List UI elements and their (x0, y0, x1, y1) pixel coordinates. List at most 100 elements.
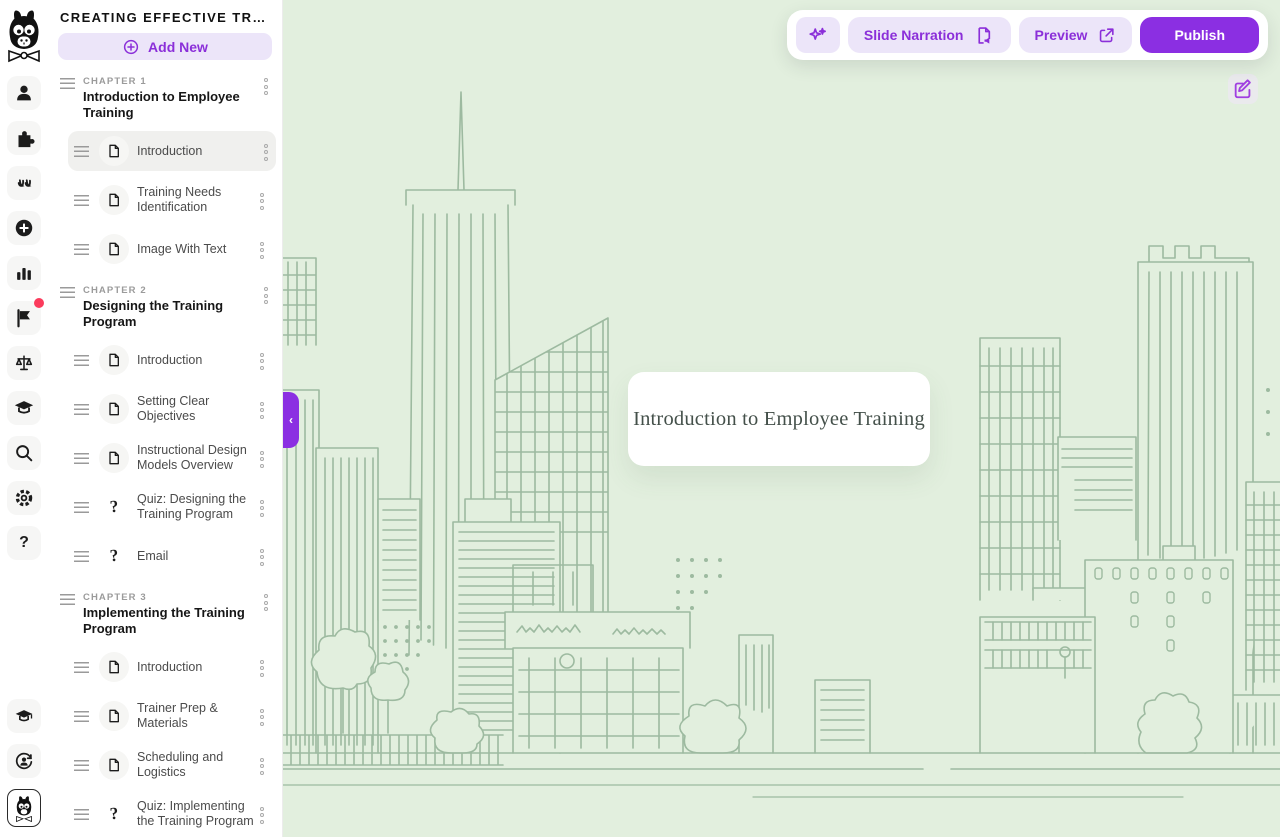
drag-handle-icon[interactable] (74, 550, 89, 562)
course-builder-app: ? CREATING EFFECTIVE TRAI… Add New CHAPT… (0, 0, 1280, 837)
chapter-header[interactable]: CHAPTER 2 Designing the Training Program (58, 285, 272, 330)
lesson-label: Scheduling and Logistics (137, 750, 224, 779)
course-outline-sidebar: CREATING EFFECTIVE TRAI… Add New CHAPTER… (48, 0, 283, 837)
drag-handle-icon[interactable] (74, 194, 89, 206)
gear-icon[interactable] (7, 481, 41, 515)
hooves-icon[interactable] (7, 166, 41, 200)
chapter-title: Introduction to Employee Training (83, 89, 240, 120)
user-icon[interactable] (7, 76, 41, 110)
sidebar-collapse-button[interactable]: ‹ (283, 392, 299, 448)
drag-handle-icon[interactable] (74, 243, 89, 255)
drag-handle-icon[interactable] (74, 501, 89, 513)
graduation-cap-icon[interactable] (7, 391, 41, 425)
lesson-label: Instructional Design Models Overview (137, 443, 247, 472)
lesson-row[interactable]: Introduction (68, 647, 272, 687)
scales-icon[interactable] (7, 346, 41, 380)
lesson-label: Email (137, 548, 169, 563)
edit-slide-button[interactable] (1228, 74, 1258, 104)
help-glyph: ? (19, 534, 29, 551)
lesson-label: Introduction (137, 143, 203, 158)
lesson-label: Trainer Prep & Materials (137, 701, 218, 730)
drag-handle-icon[interactable] (74, 661, 89, 673)
more-menu-icon[interactable] (260, 285, 272, 304)
publish-toolbar: Slide Narration Preview Publish (786, 10, 1268, 60)
more-menu-icon[interactable] (256, 400, 268, 419)
more-menu-icon[interactable] (256, 707, 268, 726)
drag-handle-icon[interactable] (60, 287, 75, 298)
lesson-row[interactable]: ? Quiz: Implementing the Training Progra… (68, 794, 272, 834)
lesson-label: Quiz: Implementing the Training Program (137, 799, 254, 828)
ai-sparkle-button[interactable] (795, 17, 840, 53)
drag-handle-icon[interactable] (74, 354, 89, 366)
chapter-header[interactable]: CHAPTER 3 Implementing the Training Prog… (58, 592, 272, 637)
chapter-label: CHAPTER 1 (83, 76, 147, 87)
search-icon[interactable] (7, 436, 41, 470)
lesson-row[interactable]: Setting Clear Objectives (68, 389, 272, 429)
lesson-row[interactable]: Image With Text (68, 229, 272, 269)
help-icon[interactable]: ? (7, 526, 41, 560)
more-menu-icon[interactable] (260, 76, 272, 95)
more-menu-icon[interactable] (256, 351, 268, 370)
chapter-label: CHAPTER 2 (83, 285, 147, 296)
lesson-row[interactable]: Trainer Prep & Materials (68, 696, 272, 736)
publish-label: Publish (1174, 27, 1225, 43)
lesson-label: Setting Clear Objectives (137, 394, 210, 423)
drag-handle-icon[interactable] (74, 759, 89, 771)
drag-handle-icon[interactable] (74, 808, 89, 820)
drag-handle-icon[interactable] (74, 403, 89, 415)
page-icon (99, 234, 129, 264)
academy-cap-icon[interactable] (7, 699, 41, 733)
quiz-icon: ? (108, 496, 120, 517)
narration-doc-icon (977, 26, 990, 44)
slide-narration-button[interactable]: Slide Narration (847, 17, 1011, 53)
more-menu-icon[interactable] (256, 498, 268, 517)
publish-button[interactable]: Publish (1140, 17, 1259, 53)
external-link-icon (1100, 27, 1115, 42)
more-menu-icon[interactable] (256, 658, 268, 677)
lesson-row[interactable]: ? Quiz: Designing the Training Program (68, 487, 272, 527)
drag-handle-icon[interactable] (74, 145, 89, 157)
more-menu-icon[interactable] (256, 805, 268, 824)
more-menu-icon[interactable] (256, 449, 268, 468)
more-menu-icon[interactable] (260, 592, 272, 611)
lesson-row[interactable]: Introduction (68, 131, 276, 171)
preview-button[interactable]: Preview (1018, 17, 1133, 53)
more-menu-icon[interactable] (256, 547, 268, 566)
bar-chart-icon[interactable] (7, 256, 41, 290)
drag-handle-icon[interactable] (74, 452, 89, 464)
chapter-header[interactable]: CHAPTER 1 Introduction to Employee Train… (58, 76, 272, 121)
more-menu-icon[interactable] (256, 756, 268, 775)
lesson-row[interactable]: Scheduling and Logistics (68, 745, 272, 785)
drag-handle-icon[interactable] (74, 710, 89, 722)
more-menu-icon[interactable] (256, 240, 268, 259)
chapter-title: Designing the Training Program (83, 298, 224, 329)
page-icon (99, 345, 129, 375)
slide-title-card[interactable]: Introduction to Employee Training (628, 372, 930, 466)
lesson-row[interactable]: Training Needs Identification (68, 180, 272, 220)
preview-label: Preview (1034, 27, 1088, 43)
more-menu-icon[interactable] (256, 191, 268, 210)
lesson-label: Introduction (137, 659, 203, 674)
page-icon (99, 750, 129, 780)
add-new-button[interactable]: Add New (58, 33, 272, 60)
add-circle-icon[interactable] (7, 211, 41, 245)
slide-canvas: ‹ Introduction to Employee Training (283, 0, 1280, 837)
llama-avatar[interactable] (7, 789, 41, 827)
add-new-label: Add New (148, 38, 208, 55)
lesson-row[interactable]: ? Email (68, 536, 272, 576)
quiz-icon: ? (108, 545, 120, 566)
more-menu-icon[interactable] (260, 142, 272, 161)
chapter-title: Implementing the Training Program (83, 605, 245, 636)
account-switch-icon[interactable] (7, 744, 41, 778)
drag-handle-icon[interactable] (60, 594, 75, 605)
drag-handle-icon[interactable] (60, 78, 75, 89)
course-title: CREATING EFFECTIVE TRAI… (60, 10, 272, 25)
chapter-label: CHAPTER 3 (83, 592, 147, 603)
lesson-row[interactable]: Instructional Design Models Overview (68, 438, 272, 478)
page-icon (99, 185, 129, 215)
puzzle-icon[interactable] (7, 121, 41, 155)
lesson-row[interactable]: Introduction (68, 340, 272, 380)
flag-icon[interactable] (7, 298, 44, 335)
page-icon (99, 136, 129, 166)
chevron-left-icon: ‹ (289, 413, 293, 427)
